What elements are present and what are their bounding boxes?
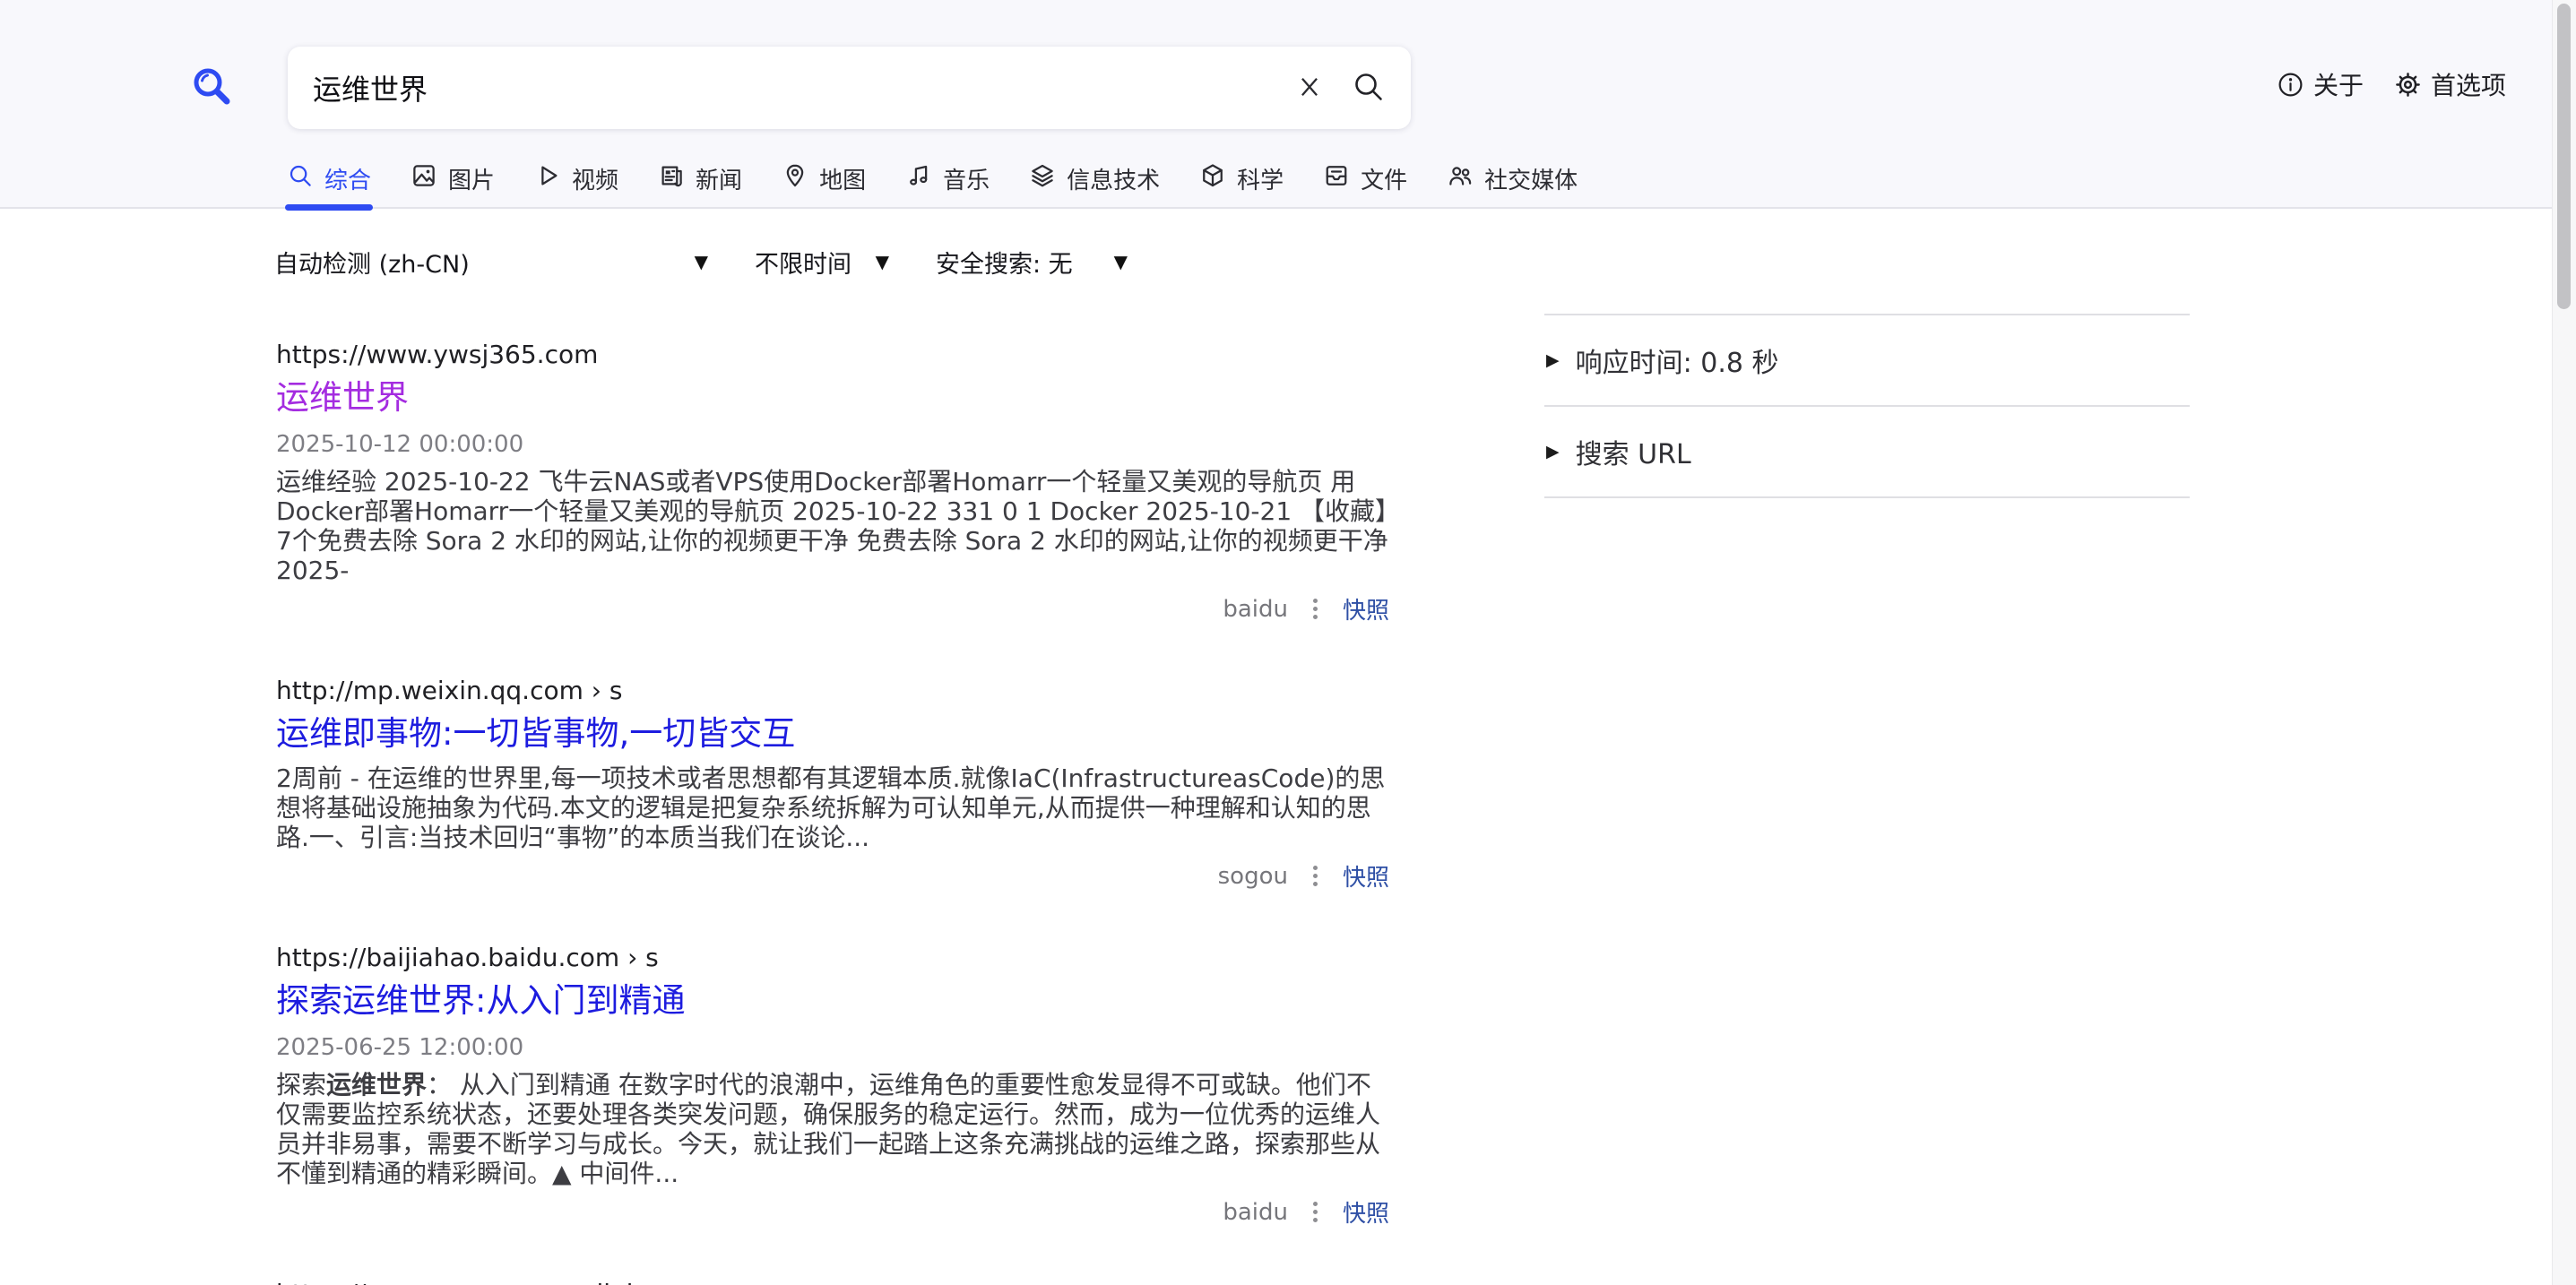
result-meta: baidu 快照: [276, 1195, 1389, 1229]
tab-news[interactable]: 新闻: [658, 149, 742, 209]
files-icon: [1323, 162, 1350, 195]
tab-files[interactable]: 文件: [1323, 149, 1407, 209]
chevron-down-icon: ▼: [876, 251, 889, 272]
sidebar-row-label: 响应时间: 0.8 秒: [1576, 341, 1779, 380]
engine-name: baidu: [1223, 596, 1288, 623]
preferences-label: 首选项: [2431, 66, 2506, 102]
engine-name: baidu: [1223, 1199, 1288, 1226]
search-icon: [287, 162, 314, 195]
kebab-menu-icon[interactable]: [1311, 597, 1319, 621]
social-media-icon: [1447, 162, 1474, 195]
search-icon: [1350, 68, 1387, 108]
result-url: https://www.ywsj365.com: [276, 340, 1389, 370]
result-title-link[interactable]: 运维世界: [276, 377, 409, 418]
search-result: https://www.sogou.com › link 运维世界大会干货总结_…: [276, 1279, 1389, 1285]
news-icon: [658, 162, 685, 195]
scrollbar-track[interactable]: [2552, 0, 2576, 1285]
gear-icon: [2394, 71, 2422, 99]
cached-link[interactable]: 快照: [1343, 859, 1389, 893]
info-sidebar: ▶ 响应时间: 0.8 秒 ▶ 搜索 URL: [1544, 314, 2190, 498]
tab-videos[interactable]: 视频: [534, 149, 618, 209]
tab-science[interactable]: 科学: [1199, 149, 1284, 209]
tab-social-media[interactable]: 社交媒体: [1447, 149, 1578, 209]
search-form: [288, 47, 1411, 129]
sidebar-row-label: 搜索 URL: [1576, 432, 1691, 471]
kebab-menu-icon[interactable]: [1311, 864, 1319, 888]
search-filters: 自动检测 (zh-CN) ▼ 不限时间 ▼ 安全搜索: 无 ▼: [274, 238, 1128, 285]
about-label: 关于: [2313, 66, 2364, 102]
cached-link[interactable]: 快照: [1343, 1195, 1389, 1229]
language-select-value: 自动检测 (zh-CN): [274, 245, 470, 280]
result-meta: baidu 快照: [276, 592, 1389, 625]
header-links: 关于 首选项: [2277, 66, 2506, 102]
category-tabs: 综合 图片 视频 新闻 地图 音乐 信息技术 科学 文件 社交媒体: [287, 149, 1578, 209]
chevron-right-icon: ▶: [1546, 350, 1560, 370]
result-url: https://baijiahao.baidu.com › s: [276, 943, 1389, 973]
scrollbar-thumb[interactable]: [2557, 4, 2571, 309]
result-snippet: 探索运维世界： 从入门到精通 在数字时代的浪潮中，运维角色的重要性愈发显得不可或…: [276, 1070, 1389, 1188]
sidebar-row-search-url[interactable]: ▶ 搜索 URL: [1544, 405, 2190, 498]
result-url: https://www.sogou.com › link: [276, 1279, 1389, 1285]
time-range-select-value: 不限时间: [755, 245, 851, 280]
info-icon: [2277, 71, 2304, 99]
safesearch-select-value: 安全搜索: 无: [936, 245, 1073, 280]
time-range-select[interactable]: 不限时间 ▼: [755, 245, 889, 280]
it-icon: [1029, 162, 1056, 195]
tab-music[interactable]: 音乐: [905, 149, 990, 209]
tab-general[interactable]: 综合: [287, 149, 371, 209]
result-date: 2025-06-25 12:00:00: [276, 1034, 1389, 1061]
engine-name: sogou: [1218, 863, 1288, 890]
result-title-link[interactable]: 探索运维世界:从入门到精通: [276, 980, 685, 1022]
clear-search-button[interactable]: [1296, 73, 1323, 103]
images-icon: [411, 162, 437, 195]
videos-icon: [534, 162, 561, 195]
results-list: https://www.ywsj365.com 运维世界 2025-10-12 …: [276, 340, 1389, 1285]
chevron-down-icon: ▼: [1114, 251, 1128, 272]
result-snippet: 运维经验 2025-10-22 飞牛云NAS或者VPS使用Docker部署Hom…: [276, 467, 1389, 585]
cached-link[interactable]: 快照: [1343, 592, 1389, 625]
sidebar-row-response-time[interactable]: ▶ 响应时间: 0.8 秒: [1544, 314, 2190, 405]
map-icon: [782, 162, 808, 195]
app-logo-magnifier-icon[interactable]: [190, 65, 237, 111]
search-results-page: 关于 首选项 综合 图片 视频 新闻 地图: [0, 0, 2576, 1285]
result-date: 2025-10-12 00:00:00: [276, 431, 1389, 458]
close-icon: [1296, 73, 1323, 103]
search-submit-button[interactable]: [1350, 68, 1387, 108]
result-url: http://mp.weixin.qq.com › s: [276, 676, 1389, 706]
language-select[interactable]: 自动检测 (zh-CN) ▼: [274, 245, 708, 280]
result-snippet: 2周前 - 在运维的世界里,每一项技术或者思想都有其逻辑本质.就像IaC(Inf…: [276, 763, 1389, 852]
science-icon: [1199, 162, 1226, 195]
safesearch-select[interactable]: 安全搜索: 无 ▼: [936, 245, 1128, 280]
preferences-link[interactable]: 首选项: [2394, 66, 2506, 102]
result-title-link[interactable]: 运维即事物:一切皆事物,一切皆交互: [276, 713, 795, 755]
search-result: https://www.ywsj365.com 运维世界 2025-10-12 …: [276, 340, 1389, 625]
result-meta: sogou 快照: [276, 859, 1389, 893]
search-input[interactable]: [311, 46, 1296, 130]
chevron-right-icon: ▶: [1546, 442, 1560, 461]
header: 关于 首选项 综合 图片 视频 新闻 地图: [0, 0, 2552, 209]
music-icon: [905, 162, 932, 195]
chevron-down-icon: ▼: [695, 251, 708, 272]
tab-images[interactable]: 图片: [411, 149, 495, 209]
tab-it[interactable]: 信息技术: [1029, 149, 1160, 209]
search-result: https://baijiahao.baidu.com › s 探索运维世界:从…: [276, 943, 1389, 1229]
tab-map[interactable]: 地图: [782, 149, 866, 209]
search-result: http://mp.weixin.qq.com › s 运维即事物:一切皆事物,…: [276, 676, 1389, 893]
kebab-menu-icon[interactable]: [1311, 1200, 1319, 1224]
about-link[interactable]: 关于: [2277, 66, 2364, 102]
